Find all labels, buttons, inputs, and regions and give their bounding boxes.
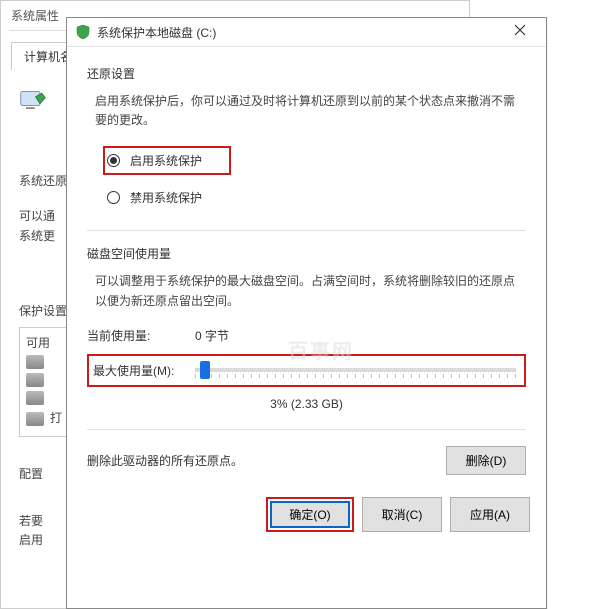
radio-disable-protection[interactable]: 禁用系统保护 — [103, 183, 526, 212]
disk-usage-desc: 可以调整用于系统保护的最大磁盘空间。占满空间时，系统将删除较旧的还原点以便为新还… — [95, 272, 526, 310]
divider — [87, 429, 526, 430]
current-usage-row: 当前使用量: 0 字节 — [87, 327, 526, 344]
disk-icon — [26, 355, 44, 369]
apply-button[interactable]: 应用(A) — [450, 497, 530, 532]
delete-description: 删除此驱动器的所有还原点。 — [87, 452, 243, 469]
radio-icon — [107, 154, 120, 167]
dialog-titlebar: 系统保护本地磁盘 (C:) — [67, 18, 546, 46]
shield-monitor-icon — [19, 88, 47, 122]
radio-label: 禁用系统保护 — [130, 189, 202, 206]
max-usage-row: 最大使用量(M): — [87, 354, 526, 387]
restore-settings-heading: 还原设置 — [87, 65, 526, 82]
radio-label: 启用系统保护 — [130, 152, 202, 169]
slider-thumb[interactable] — [200, 361, 210, 379]
disk-icon — [26, 373, 44, 387]
protection-radio-group: 启用系统保护 禁用系统保护 — [103, 146, 526, 212]
ok-button-highlight: 确定(O) — [266, 497, 354, 532]
dialog-title: 系统保护本地磁盘 (C:) — [97, 24, 502, 41]
restore-settings-desc: 启用系统保护后，你可以通过及时将计算机还原到以前的某个状态点来撤消不需要的更改。 — [95, 92, 526, 130]
current-usage-label: 当前使用量: — [87, 327, 195, 344]
cancel-button[interactable]: 取消(C) — [362, 497, 442, 532]
dialog-footer: 确定(O) 取消(C) 应用(A) — [67, 487, 546, 546]
divider — [87, 230, 526, 231]
disk-icon — [26, 391, 44, 405]
close-button[interactable] — [502, 20, 538, 44]
delete-button[interactable]: 删除(D) — [446, 446, 526, 475]
system-protection-dialog: 系统保护本地磁盘 (C:) 还原设置 启用系统保护后，你可以通过及时将计算机还原… — [66, 17, 547, 609]
radio-enable-protection[interactable]: 启用系统保护 — [103, 146, 231, 175]
current-usage-value: 0 字节 — [195, 327, 229, 344]
disk-usage-heading: 磁盘空间使用量 — [87, 245, 526, 262]
shield-icon — [75, 24, 91, 40]
radio-icon — [107, 191, 120, 204]
max-usage-slider[interactable] — [195, 368, 516, 372]
max-usage-label: 最大使用量(M): — [93, 362, 191, 379]
slider-readout: 3% (2.33 GB) — [87, 397, 526, 411]
disk-icon — [26, 412, 44, 426]
ok-button[interactable]: 确定(O) — [270, 501, 350, 528]
